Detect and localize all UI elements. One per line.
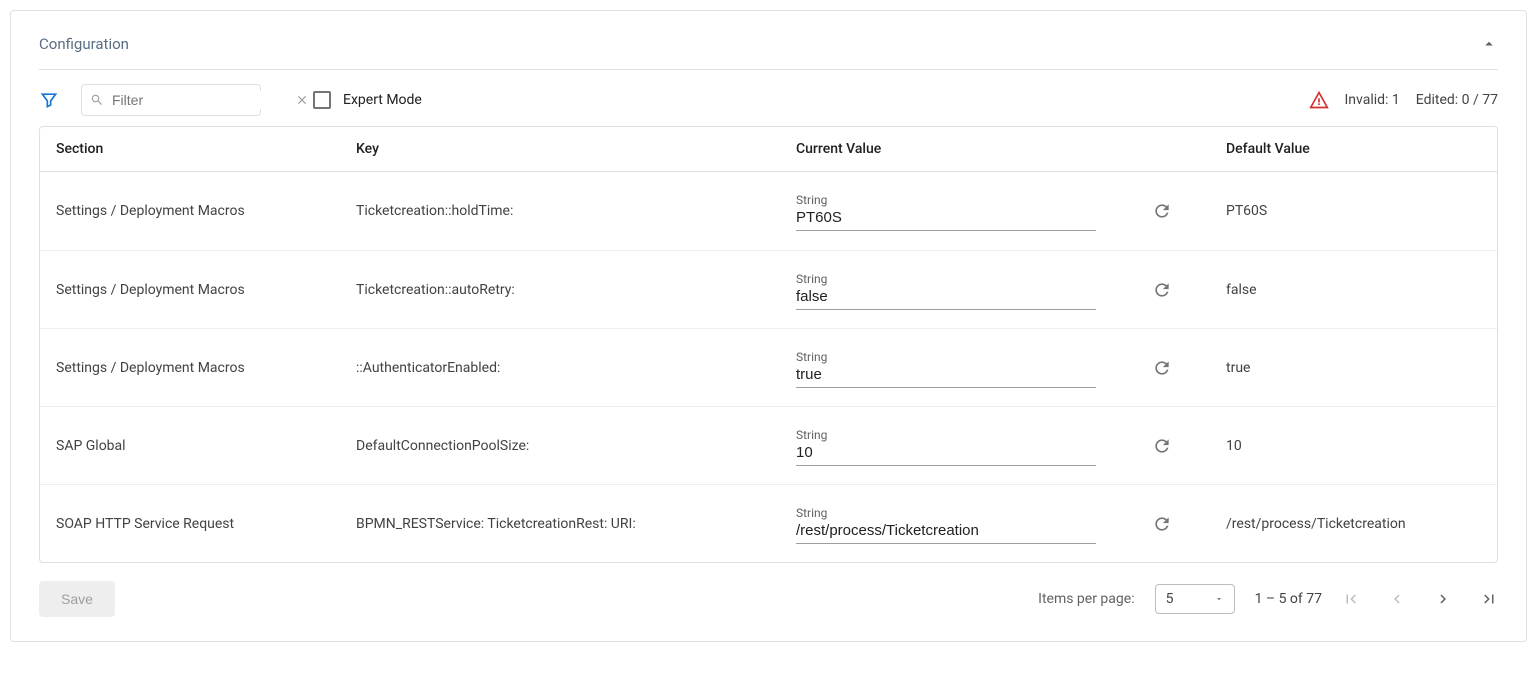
cell-key: BPMN_RESTService: TicketcreationRest: UR… [356,516,796,532]
col-default: Default Value [1226,141,1481,157]
items-per-page-label: Items per page: [1038,591,1134,607]
toolbar: Expert Mode Invalid: 1 Edited: 0 / 77 [39,70,1498,126]
cell-default-value: 10 [1226,438,1481,454]
table-row: Settings / Deployment MacrosTicketcreati… [40,172,1497,250]
warning-icon [1309,90,1329,110]
cell-current-value: String [796,191,1226,231]
cell-current-value: String [796,270,1226,310]
reset-icon[interactable] [1152,201,1172,221]
value-field: String [796,270,1096,310]
cell-default-value: false [1226,282,1481,298]
value-type-label: String [796,350,1096,364]
value-input[interactable] [796,364,1096,385]
cell-section: SOAP HTTP Service Request [56,516,356,532]
first-page-icon[interactable] [1342,590,1360,608]
reset-icon[interactable] [1152,358,1172,378]
dropdown-icon [1214,594,1224,604]
reset-icon[interactable] [1152,514,1172,534]
col-section: Section [56,141,356,157]
table-row: SAP GlobalDefaultConnectionPoolSize:Stri… [40,406,1497,484]
value-input[interactable] [796,286,1096,307]
value-type-label: String [796,193,1096,207]
card-title: Configuration [39,35,129,53]
value-field: String [796,348,1096,388]
nav-icons [1342,590,1498,608]
value-field: String [796,426,1096,466]
cell-key: Ticketcreation::autoRetry: [356,282,796,298]
collapse-icon[interactable] [1480,35,1498,53]
table-row: SOAP HTTP Service RequestBPMN_RESTServic… [40,484,1497,562]
value-type-label: String [796,272,1096,286]
cell-current-value: String [796,504,1226,544]
toolbar-right: Invalid: 1 Edited: 0 / 77 [1309,90,1499,110]
config-table: Section Key Current Value Default Value … [39,126,1498,563]
cell-default-value: true [1226,360,1481,376]
next-page-icon[interactable] [1434,590,1452,608]
filter-input[interactable] [110,91,295,109]
col-current: Current Value [796,141,1226,157]
value-field: String [796,504,1096,544]
expert-mode-toggle: Expert Mode [313,91,422,109]
cell-section: SAP Global [56,438,356,454]
invalid-count: Invalid: 1 [1345,92,1400,108]
cell-section: Settings / Deployment Macros [56,282,356,298]
cell-key: ::AuthenticatorEnabled: [356,360,796,376]
configuration-card: Configuration Expert Mode [10,10,1527,642]
clear-filter-icon[interactable] [295,93,309,107]
footer: Save Items per page: 5 1 – 5 of 77 [39,563,1498,617]
cell-section: Settings / Deployment Macros [56,360,356,376]
value-type-label: String [796,506,1096,520]
cell-current-value: String [796,426,1226,466]
reset-icon[interactable] [1152,436,1172,456]
filter-input-box [81,84,261,116]
items-per-page-select[interactable]: 5 [1155,584,1235,614]
expert-mode-label: Expert Mode [343,92,422,108]
search-icon [90,93,104,107]
value-field: String [796,191,1096,231]
items-per-page-value: 5 [1166,591,1174,607]
table-header: Section Key Current Value Default Value [40,127,1497,172]
value-type-label: String [796,428,1096,442]
pagination: Items per page: 5 1 – 5 of 77 [1038,584,1498,614]
last-page-icon[interactable] [1480,590,1498,608]
filter-icon[interactable] [39,90,59,110]
save-button[interactable]: Save [39,581,115,617]
page-range: 1 – 5 of 77 [1255,591,1322,607]
cell-default-value: PT60S [1226,203,1481,219]
cell-current-value: String [796,348,1226,388]
col-key: Key [356,141,796,157]
value-input[interactable] [796,442,1096,463]
prev-page-icon[interactable] [1388,590,1406,608]
cell-section: Settings / Deployment Macros [56,203,356,219]
cell-default-value: /rest/process/Ticketcreation [1226,516,1481,532]
card-header: Configuration [39,27,1498,70]
cell-key: Ticketcreation::holdTime: [356,203,796,219]
table-row: Settings / Deployment Macros::Authentica… [40,328,1497,406]
cell-key: DefaultConnectionPoolSize: [356,438,796,454]
value-input[interactable] [796,520,1096,541]
value-input[interactable] [796,207,1096,228]
expert-mode-checkbox[interactable] [313,91,331,109]
toolbar-left: Expert Mode [39,84,422,116]
table-row: Settings / Deployment MacrosTicketcreati… [40,250,1497,328]
edited-count: Edited: 0 / 77 [1416,92,1498,108]
reset-icon[interactable] [1152,280,1172,300]
table-body: Settings / Deployment MacrosTicketcreati… [40,172,1497,562]
